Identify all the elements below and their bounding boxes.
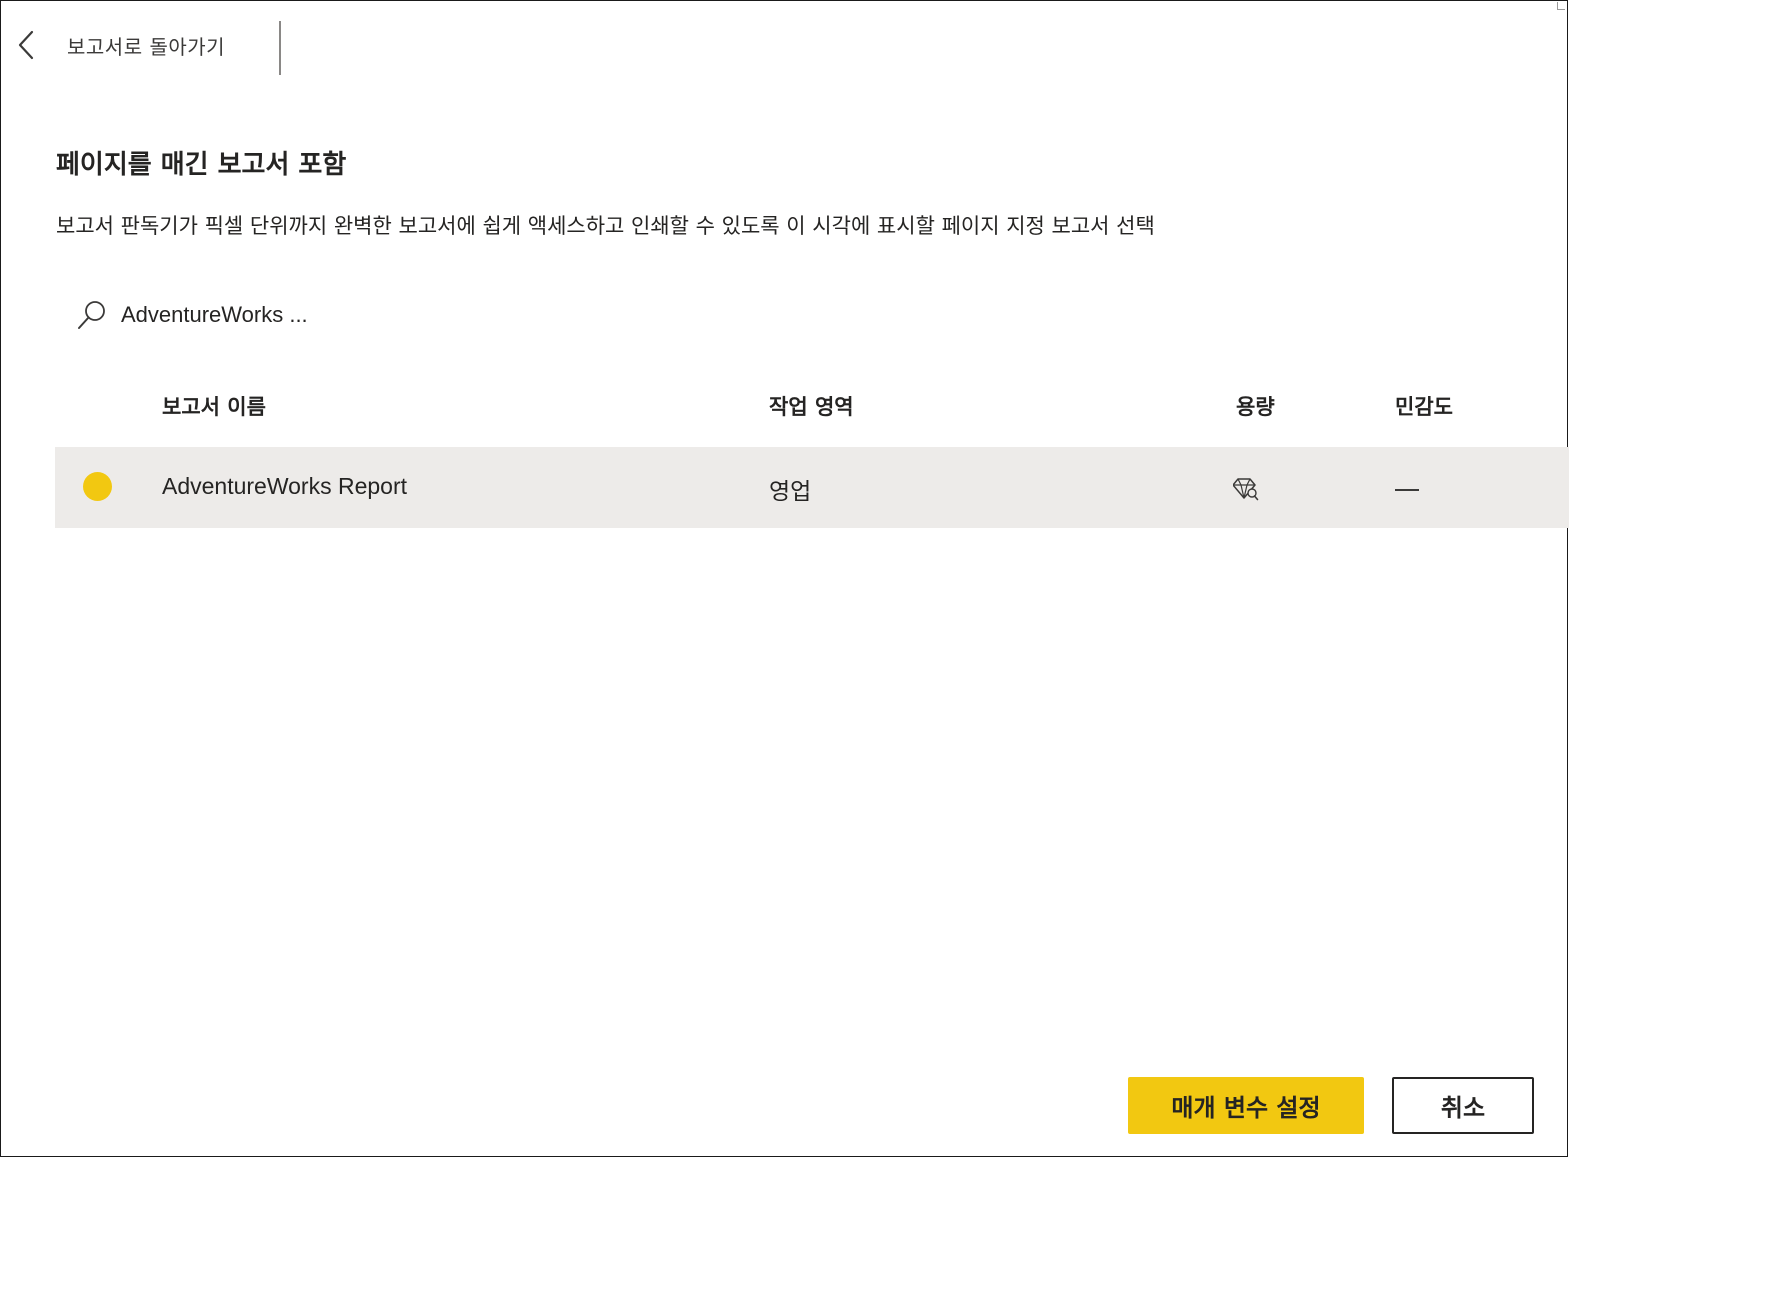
- back-link-label: 보고서로 돌아가기: [67, 34, 226, 59]
- column-header-report-name: 보고서 이름: [162, 395, 266, 419]
- set-parameters-button[interactable]: 매개 변수 설정: [1128, 1077, 1364, 1134]
- column-header-workspace: 작업 영역: [769, 395, 854, 419]
- column-header-sensitivity: 민감도: [1395, 395, 1453, 419]
- page-description: 보고서 판독기가 픽셀 단위까지 완벽한 보고서에 쉽게 액세스하고 인쇄할 수…: [56, 214, 1155, 238]
- chevron-left-icon: [15, 23, 45, 67]
- search-input[interactable]: [121, 302, 441, 328]
- sensitivity-cell: [1395, 489, 1419, 491]
- search-box[interactable]: [75, 295, 441, 335]
- cancel-button[interactable]: 취소: [1392, 1077, 1534, 1134]
- header-divider: [279, 21, 281, 75]
- search-icon: [75, 298, 109, 332]
- window-corner-mark: [1557, 2, 1565, 10]
- column-header-capacity: 용량: [1236, 395, 1275, 419]
- diamond-icon: [1232, 477, 1259, 501]
- dialog-frame: 보고서로 돌아가기 페이지를 매긴 보고서 포함 보고서 판독기가 픽셀 단위까…: [0, 0, 1569, 1157]
- back-to-report-link[interactable]: 보고서로 돌아가기: [15, 23, 225, 67]
- report-name-cell: AdventureWorks Report: [162, 473, 408, 499]
- table-row[interactable]: AdventureWorks Report 영업: [55, 447, 1569, 528]
- selected-radio-indicator[interactable]: [83, 472, 112, 501]
- workspace-cell: 영업: [769, 479, 812, 505]
- page-title: 페이지를 매긴 보고서 포함: [56, 150, 347, 180]
